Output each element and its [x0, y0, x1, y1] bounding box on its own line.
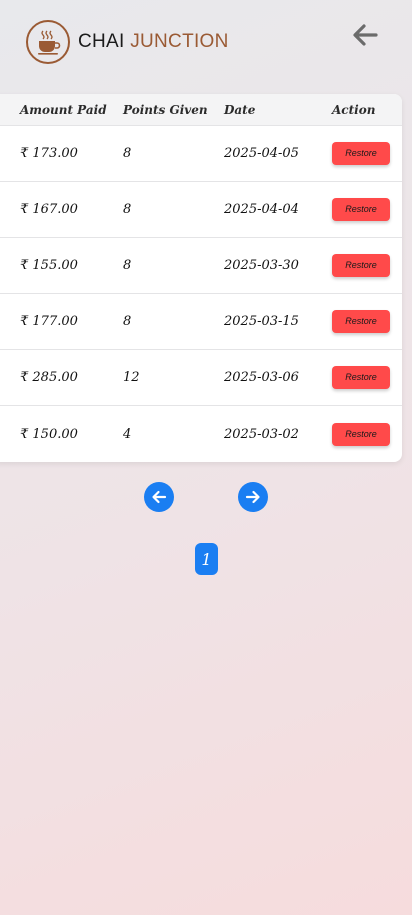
table-row: ₹ 173.00 8 2025-04-05 Restore [0, 126, 402, 182]
cell-amount: ₹ 167.00 [20, 202, 78, 217]
table-row: ₹ 150.00 4 2025-03-02 Restore [0, 406, 402, 462]
cell-amount: ₹ 177.00 [20, 314, 78, 329]
cell-amount: ₹ 173.00 [20, 146, 78, 161]
cell-points: 4 [123, 426, 132, 442]
cell-points: 8 [123, 258, 132, 273]
restore-button[interactable]: Restore [332, 310, 390, 333]
next-page-button[interactable] [238, 482, 268, 512]
cell-date: 2025-03-02 [224, 426, 299, 442]
page-number-button[interactable]: 1 [195, 543, 218, 575]
cell-date: 2025-04-04 [224, 202, 299, 217]
app-header: CHAI JUNCTION [0, 0, 412, 90]
coffee-cup-icon [26, 20, 70, 64]
cell-amount: ₹ 150.00 [20, 426, 78, 442]
cell-date: 2025-03-15 [224, 314, 299, 329]
table-row: ₹ 167.00 8 2025-04-04 Restore [0, 182, 402, 238]
cell-points: 8 [123, 202, 132, 217]
restore-button[interactable]: Restore [332, 422, 390, 446]
cell-date: 2025-03-06 [224, 370, 299, 385]
cell-date: 2025-04-05 [224, 146, 299, 161]
brand-logo: CHAI JUNCTION [26, 20, 229, 64]
restore-button[interactable]: Restore [332, 142, 390, 165]
restore-button[interactable]: Restore [332, 198, 390, 221]
arrow-left-icon [353, 24, 378, 46]
table-row: ₹ 155.00 8 2025-03-30 Restore [0, 238, 402, 294]
cell-date: 2025-03-30 [224, 258, 299, 273]
cell-points: 8 [123, 314, 132, 329]
header-action: Action [332, 102, 376, 117]
back-button[interactable] [348, 18, 382, 52]
header-date: Date [224, 102, 256, 117]
table-header-row: Amount Paid Points Given Date Action [0, 94, 402, 126]
restore-button[interactable]: Restore [332, 254, 390, 277]
cell-amount: ₹ 285.00 [20, 370, 78, 385]
table-row: ₹ 177.00 8 2025-03-15 Restore [0, 294, 402, 350]
cell-points: 8 [123, 146, 132, 161]
cell-amount: ₹ 155.00 [20, 258, 78, 273]
header-points-given: Points Given [123, 102, 208, 117]
brand-name-part1: CHAI [78, 31, 125, 52]
brand-name-part2: JUNCTION [130, 31, 229, 52]
cell-points: 12 [123, 370, 140, 385]
header-amount-paid: Amount Paid [20, 102, 107, 117]
brand-name: CHAI JUNCTION [78, 31, 229, 53]
previous-page-button[interactable] [144, 482, 174, 512]
arrow-left-icon [152, 490, 167, 504]
transactions-table: Amount Paid Points Given Date Action ₹ 1… [0, 94, 402, 462]
restore-button[interactable]: Restore [332, 366, 390, 389]
arrow-right-icon [245, 490, 260, 504]
table-row: ₹ 285.00 12 2025-03-06 Restore [0, 350, 402, 406]
